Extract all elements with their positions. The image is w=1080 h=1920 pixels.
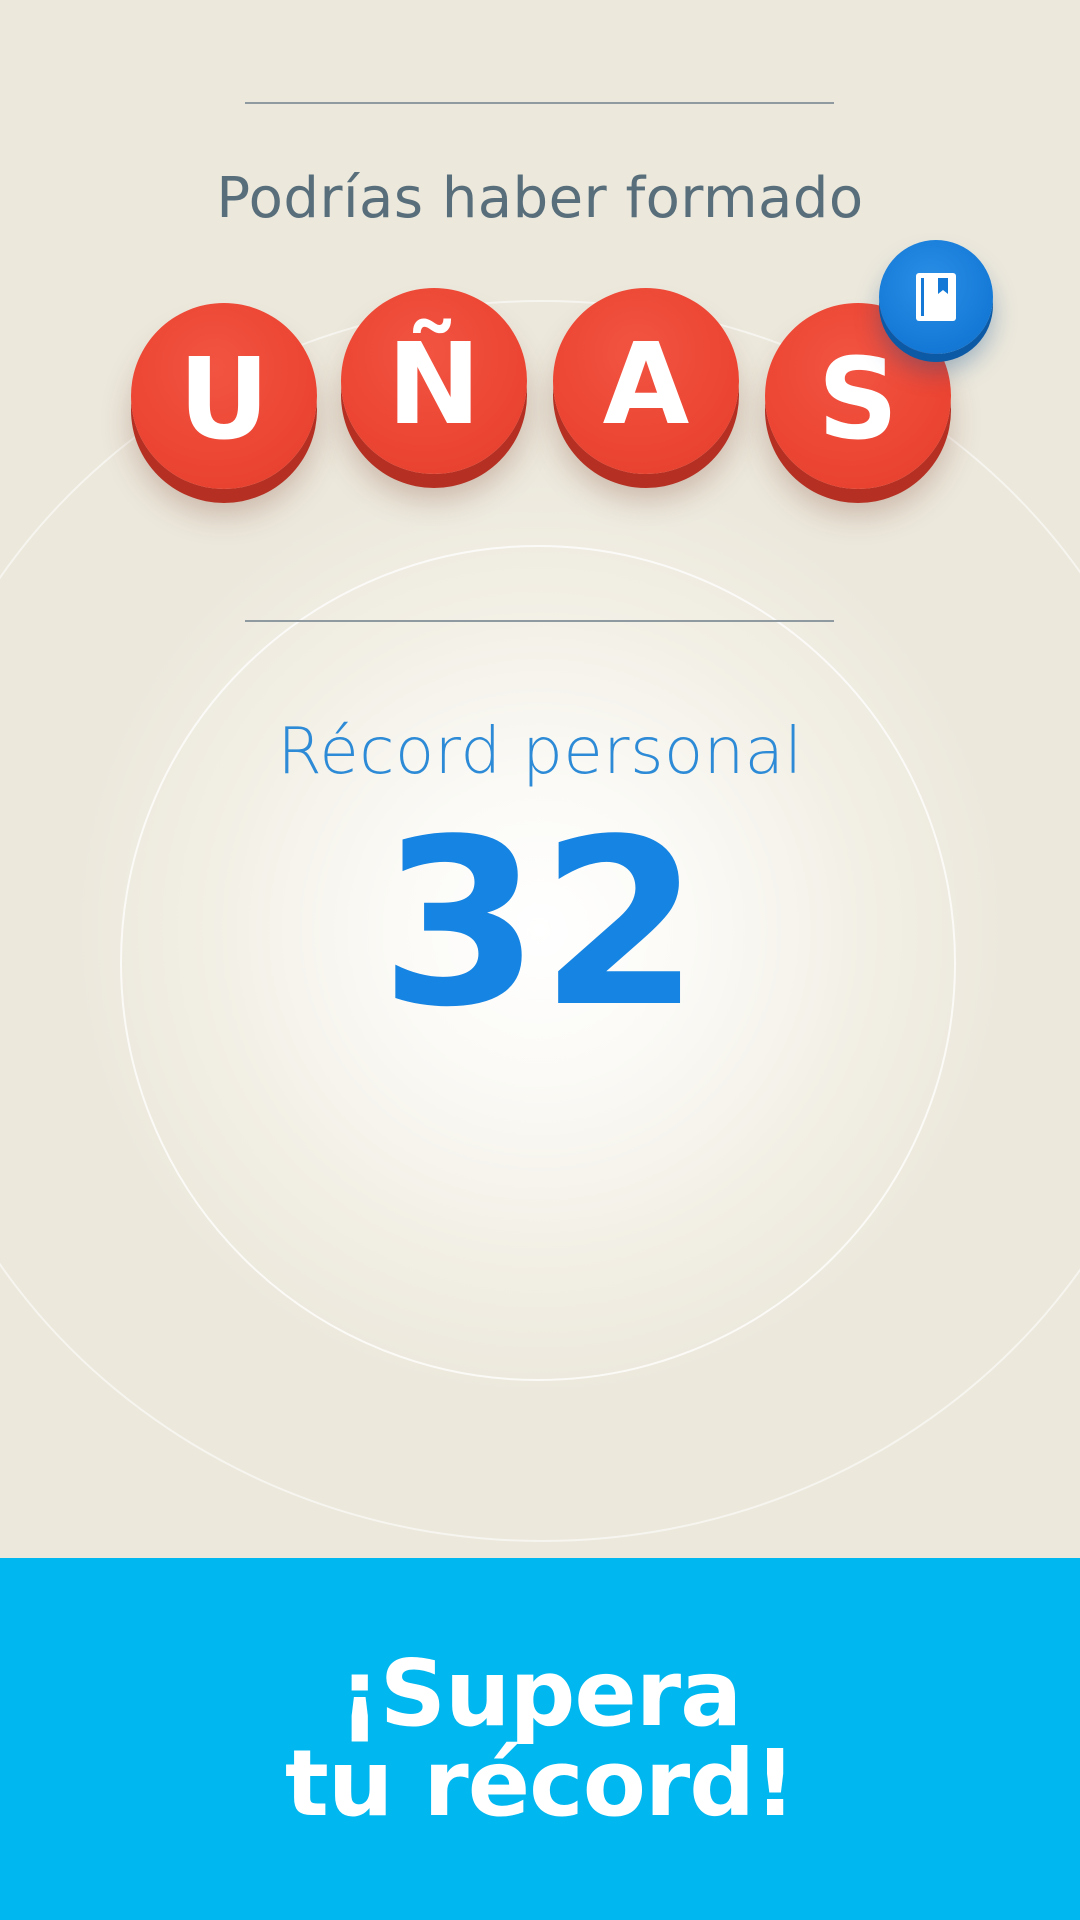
record-label: Récord personal bbox=[277, 715, 803, 789]
letter-tile: U bbox=[131, 303, 317, 489]
dictionary-button[interactable] bbox=[879, 240, 993, 354]
letter-tile-label: U bbox=[178, 335, 270, 465]
beat-record-banner[interactable]: ¡Supera tu récord! bbox=[0, 1558, 1080, 1920]
results-screen: Podrías haber formado U Ñ A S Récord per… bbox=[0, 0, 1080, 1558]
divider-top bbox=[245, 102, 834, 104]
record-value: 32 bbox=[379, 791, 701, 1058]
cta-line-2: tu récord! bbox=[284, 1730, 796, 1837]
letter-tile-label: A bbox=[602, 320, 690, 450]
headline: Podrías haber formado bbox=[216, 166, 864, 231]
beat-record-text: ¡Supera tu récord! bbox=[284, 1640, 796, 1837]
letter-tile-label: Ñ bbox=[387, 320, 481, 450]
letter-tile: A bbox=[553, 288, 739, 474]
letter-tile: Ñ bbox=[341, 288, 527, 474]
book-icon bbox=[916, 273, 956, 321]
cta-line-1: ¡Supera bbox=[338, 1640, 742, 1747]
letter-tile-label: S bbox=[817, 335, 899, 465]
divider-middle bbox=[245, 620, 834, 622]
